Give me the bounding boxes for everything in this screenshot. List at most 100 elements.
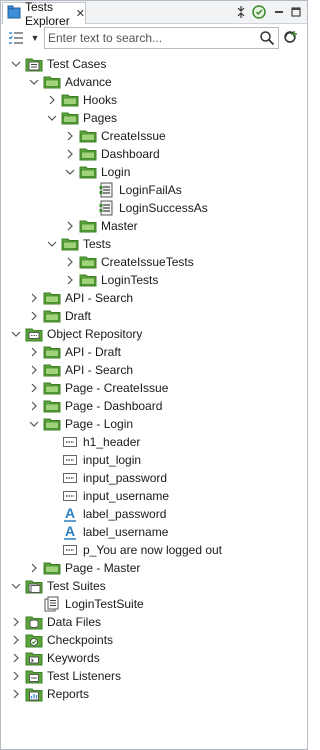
tree-item-label: Draft (65, 309, 92, 323)
chevron-right-icon[interactable] (65, 275, 75, 285)
collapse-all-button[interactable] (233, 4, 249, 20)
chevron-right-icon[interactable] (29, 365, 39, 375)
close-icon[interactable]: ✕ (76, 7, 85, 20)
folder-icon (79, 147, 97, 162)
tree-item-label: LoginSuccessAs (119, 201, 208, 215)
tree-item-tests[interactable]: Tests (47, 235, 111, 253)
tree-item-page-login[interactable]: Page - Login (29, 415, 133, 433)
search-input[interactable] (48, 30, 253, 46)
tree-item-reports[interactable]: Reports (11, 685, 89, 703)
tree-item-test-listeners[interactable]: Test Listeners (11, 667, 121, 685)
tree-item-label-password[interactable]: Alabel_password (47, 505, 166, 523)
chevron-down-icon[interactable] (11, 581, 21, 591)
tree-item-createissuetests[interactable]: CreateIssueTests (65, 253, 194, 271)
minimize-view-button[interactable] (271, 4, 287, 20)
tree-item-p-you-are-now-logged-out[interactable]: p_You are now logged out (47, 541, 222, 559)
folder-icon (43, 309, 61, 324)
tree-item-createissue[interactable]: CreateIssue (65, 127, 166, 145)
web-element-icon (61, 435, 79, 450)
object-repository-icon (25, 327, 43, 342)
chevron-right-icon[interactable] (29, 311, 39, 321)
tree-item-logintests[interactable]: LoginTests (65, 271, 158, 289)
chevron-down-icon[interactable]: ▼ (29, 29, 41, 47)
tab-tests-explorer[interactable]: Tests Explorer ✕ (2, 0, 86, 28)
tree-item-input-password[interactable]: input_password (47, 469, 167, 487)
tree-item-label: Advance (65, 75, 112, 89)
chevron-down-icon[interactable] (11, 59, 21, 69)
tree-item-label: h1_header (83, 435, 141, 449)
tree-item-label: LoginTestSuite (65, 597, 144, 611)
tree-item-pages[interactable]: Pages (47, 109, 117, 127)
folder-icon (61, 237, 79, 252)
tree-item-input-username[interactable]: input_username (47, 487, 169, 505)
chevron-right-icon[interactable] (65, 257, 75, 267)
chevron-down-icon[interactable] (29, 419, 39, 429)
tree-item-label: input_password (83, 471, 168, 485)
web-element-icon (61, 489, 79, 504)
tree-item-data-files[interactable]: Data Files (11, 613, 101, 631)
tree-item-label: Object Repository (47, 327, 143, 341)
tree-item-api-draft[interactable]: API - Draft (29, 343, 121, 361)
tree-item-h1-header[interactable]: h1_header (47, 433, 140, 451)
tree-item-checkpoints[interactable]: Checkpoints (11, 631, 113, 649)
data-files-icon (25, 615, 43, 630)
checkpoints-icon (25, 633, 43, 648)
chevron-right-icon[interactable] (29, 563, 39, 573)
chevron-down-icon[interactable] (47, 113, 57, 123)
chevron-down-icon[interactable] (47, 239, 57, 249)
advanced-search-button[interactable] (282, 28, 302, 48)
link-with-editor-button[interactable] (251, 4, 267, 20)
tree-item-label: Checkpoints (47, 633, 114, 647)
tree-item-page-master[interactable]: Page - Master (29, 559, 140, 577)
folder-icon (79, 129, 97, 144)
tree-item-label-username[interactable]: Alabel_username (47, 523, 168, 541)
chevron-right-icon[interactable] (65, 149, 75, 159)
chevron-right-icon[interactable] (11, 689, 21, 699)
chevron-right-icon[interactable] (47, 95, 57, 105)
tree-item-object-repository[interactable]: Object Repository (11, 325, 142, 343)
folder-icon (79, 165, 97, 180)
tree-item-draft[interactable]: Draft (29, 307, 91, 325)
tree-item-input-login[interactable]: input_login (47, 451, 141, 469)
tree-item-test-cases[interactable]: Test Cases (11, 55, 106, 73)
tree-item-test-suites[interactable]: Test Suites (11, 577, 106, 595)
chevron-right-icon[interactable] (11, 671, 21, 681)
chevron-right-icon[interactable] (29, 347, 39, 357)
chevron-down-icon[interactable] (11, 329, 21, 339)
chevron-right-icon[interactable] (11, 617, 21, 627)
maximize-view-button[interactable] (288, 4, 304, 20)
folder-icon (79, 219, 97, 234)
tree-item-logintestsuite[interactable]: LoginTestSuite (29, 595, 144, 613)
chevron-right-icon[interactable] (65, 131, 75, 141)
tree-item-login[interactable]: Login (65, 163, 130, 181)
tree-item-api-search[interactable]: API - Search (29, 289, 133, 307)
chevron-right-icon[interactable] (29, 293, 39, 303)
tree-item-hooks[interactable]: Hooks (47, 91, 117, 109)
test-listeners-icon (25, 669, 43, 684)
search-icon[interactable] (259, 30, 275, 46)
tree-item-label: Page - Master (65, 561, 141, 575)
chevron-right-icon[interactable] (29, 383, 39, 393)
chevron-right-icon[interactable] (65, 221, 75, 231)
tree-item-master[interactable]: Master (65, 217, 138, 235)
tree-item-keywords[interactable]: Keywords (11, 649, 100, 667)
chevron-right-icon[interactable] (11, 653, 21, 663)
tree-item-loginfailas[interactable]: LoginFailAs (83, 181, 182, 199)
search-box (44, 27, 279, 49)
tree-item-page-createissue[interactable]: Page - CreateIssue (29, 379, 168, 397)
chevron-down-icon[interactable] (65, 167, 75, 177)
chevron-right-icon[interactable] (11, 635, 21, 645)
chevron-down-icon[interactable] (29, 77, 39, 87)
text-element-icon: A (61, 524, 79, 540)
chevron-right-icon[interactable] (29, 401, 39, 411)
tree-item-loginsuccessas[interactable]: LoginSuccessAs (83, 199, 208, 217)
tree-item-dashboard[interactable]: Dashboard (65, 145, 160, 163)
tree-item-api-search[interactable]: API - Search (29, 361, 133, 379)
folder-icon (43, 291, 61, 306)
web-element-icon (61, 543, 79, 558)
tree-item-page-dashboard[interactable]: Page - Dashboard (29, 397, 162, 415)
tree-item-label: Pages (83, 111, 118, 125)
tree-item-label: label_password (83, 507, 167, 521)
filter-button[interactable] (7, 29, 25, 47)
tree-item-advance[interactable]: Advance (29, 73, 112, 91)
